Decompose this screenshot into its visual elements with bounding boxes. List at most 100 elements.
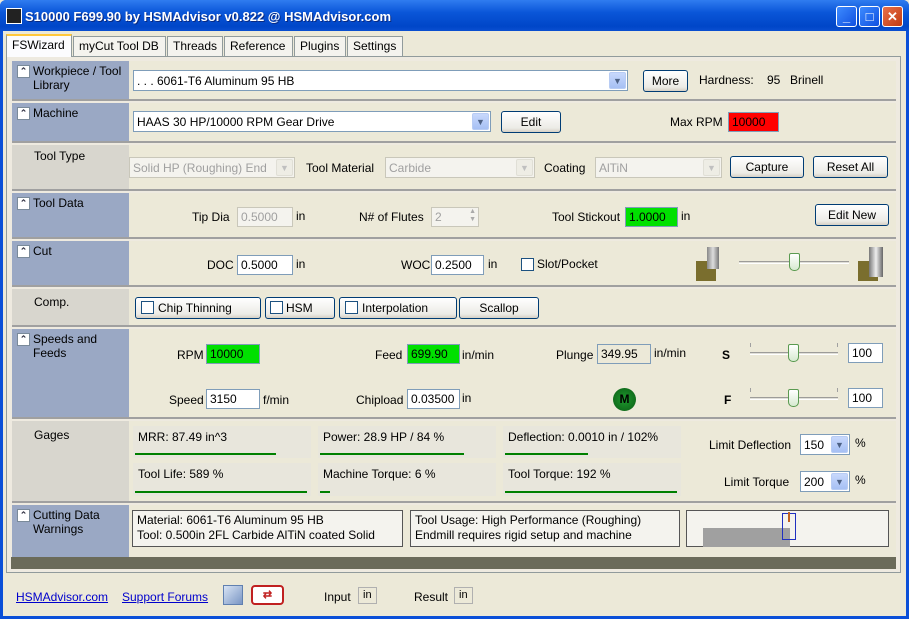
woc-field[interactable]: 0.2500 [431,255,484,275]
chip-thinning-checkbox[interactable] [141,301,154,314]
plunge-field[interactable]: 349.95 [597,344,651,364]
maximize-button[interactable]: □ [859,6,880,27]
tool-torque-gage: Tool Torque: 192 % [503,463,681,496]
tooltype-label: Tool Type [34,149,86,163]
rpm-field[interactable]: 10000 [206,344,260,364]
limit-deflection-percent: % [855,436,866,450]
tab-plugins[interactable]: Plugins [294,36,346,56]
f-percent-field[interactable]: 100 [848,388,883,408]
mrr-gage-bar [135,453,276,455]
speed-field[interactable]: 3150 [206,389,260,409]
machine-edit-button[interactable]: Edit [501,111,561,133]
collapse-icon[interactable]: ⌃ [17,245,30,258]
limit-torque-select[interactable]: 200 ▼ [800,471,850,492]
deflection-gage: Deflection: 0.0010 in / 102% [503,426,681,458]
window-title: S10000 F699.90 by HSMAdvisor v0.822 @ HS… [25,9,392,24]
warnings-label-cell: ⌃ Cutting Data Warnings [12,505,129,557]
plunge-unit: in/min [654,346,687,360]
s-slider-thumb[interactable] [788,344,799,362]
f-label: F [724,393,732,407]
power-gage: Power: 28.9 HP / 84 % [318,426,496,458]
title-bar[interactable]: S10000 F699.90 by HSMAdvisor v0.822 @ HS… [0,0,909,31]
chip-thinning-toggle[interactable]: Chip Thinning [135,297,261,319]
speed-label: Speed [169,393,204,407]
flutes-spinner[interactable]: 2 ▲ ▼ [431,207,479,227]
stickout-unit: in [681,209,691,223]
result-units-label: Result [414,590,449,604]
tab-settings[interactable]: Settings [347,36,403,56]
hsm-toggle[interactable]: HSM [265,297,335,319]
tip-dia-unit: in [296,209,306,223]
feed-field[interactable]: 699.90 [407,344,460,364]
feed-unit: in/min [462,348,495,362]
minimize-button[interactable]: _ [836,6,857,27]
slot-pocket-checkbox[interactable] [521,258,534,271]
machine-select[interactable]: HAAS 30 HP/10000 RPM Gear Drive ▼ [133,111,491,132]
rpm-label: RPM [177,348,204,362]
tab-threads[interactable]: Threads [167,36,223,56]
support-forums-link[interactable]: Support Forums [122,590,208,604]
preview-tool-shank [788,512,790,522]
doc-label: DOC [207,258,234,272]
woc-slider-thumb[interactable] [789,253,800,271]
cut-label-cell: ⌃ Cut [12,241,129,285]
result-units-field[interactable]: in [454,587,473,604]
f-slider-tick [750,388,751,392]
chipload-field[interactable]: 0.03500 [407,389,460,409]
chipload-unit: in [462,391,472,405]
coating-label: Coating [544,161,586,175]
machine-row: ⌃ Machine HAAS 30 HP/10000 RPM Gear Driv… [12,103,896,143]
hsmadvisor-link[interactable]: HSMAdvisor.com [16,590,108,604]
plunge-label: Plunge [556,348,594,362]
collapse-icon[interactable]: ⌃ [17,197,30,210]
machine-torque-gage: Machine Torque: 6 % [318,463,496,496]
max-rpm-label: Max RPM [670,115,723,129]
tip-dia-field[interactable]: 0.5000 [237,207,293,227]
tool-torque-gage-bar [505,491,677,493]
convert-units-icon[interactable]: ⇄ [251,585,284,605]
tool-type-select[interactable]: Solid HP (Roughing) End ▼ [129,157,295,178]
tab-fswizard[interactable]: FSWizard [6,34,72,57]
mode-m-icon[interactable]: M [613,388,636,411]
coating-select[interactable]: AlTiN ▼ [595,157,722,178]
preview-workpiece [703,528,790,547]
collapse-icon[interactable]: ⌃ [17,333,30,346]
f-slider-thumb[interactable] [788,389,799,407]
reset-all-button[interactable]: Reset All [813,156,888,178]
gages-body: MRR: 87.49 in^3 Power: 28.9 HP / 84 % De… [129,421,896,501]
tab-mycut-tool-db[interactable]: myCut Tool DB [73,36,166,56]
calculator-icon[interactable] [223,585,243,605]
flutes-label: N# of Flutes [359,210,424,224]
interpolation-toggle[interactable]: Interpolation [339,297,457,319]
collapse-icon[interactable]: ⌃ [17,509,30,522]
chip-thinning-label: Chip Thinning [158,301,232,315]
edit-new-button[interactable]: Edit New [815,204,889,226]
collapse-icon[interactable]: ⌃ [17,107,30,120]
collapse-icon[interactable]: ⌃ [17,65,30,78]
capture-button[interactable]: Capture [730,156,804,178]
speed-unit: f/min [263,393,290,407]
scallop-button[interactable]: Scallop [459,297,539,319]
hsm-checkbox[interactable] [270,301,283,314]
stickout-field[interactable]: 1.0000 [625,207,678,227]
max-rpm-field[interactable]: 10000 [728,112,779,132]
feed-label: Feed [375,348,403,362]
material-select[interactable]: . . . 6061-T6 Aluminum 95 HB ▼ [133,70,628,91]
close-button[interactable]: ✕ [882,6,903,27]
endmill-small-icon [707,247,719,269]
s-label: S [722,348,731,362]
limit-deflection-select[interactable]: 150 ▼ [800,434,850,455]
tab-reference[interactable]: Reference [224,36,293,56]
chevron-down-icon: ▼ [831,473,848,490]
doc-field[interactable]: 0.5000 [237,255,293,275]
doc-unit: in [296,257,306,271]
status-bar: HSMAdvisor.com Support Forums ⇄ Input in… [6,579,903,615]
tool-life-gage-text: Tool Life: 589 % [138,467,224,481]
interpolation-checkbox[interactable] [345,301,358,314]
chevron-down-icon: ▼ [276,159,293,176]
speeds-body: RPM 10000 Feed 699.90 in/min Plunge 349.… [129,329,896,417]
more-button[interactable]: More [643,70,688,92]
s-percent-field[interactable]: 100 [848,343,883,363]
tool-material-select[interactable]: Carbide ▼ [385,157,535,178]
input-units-field[interactable]: in [358,587,377,604]
